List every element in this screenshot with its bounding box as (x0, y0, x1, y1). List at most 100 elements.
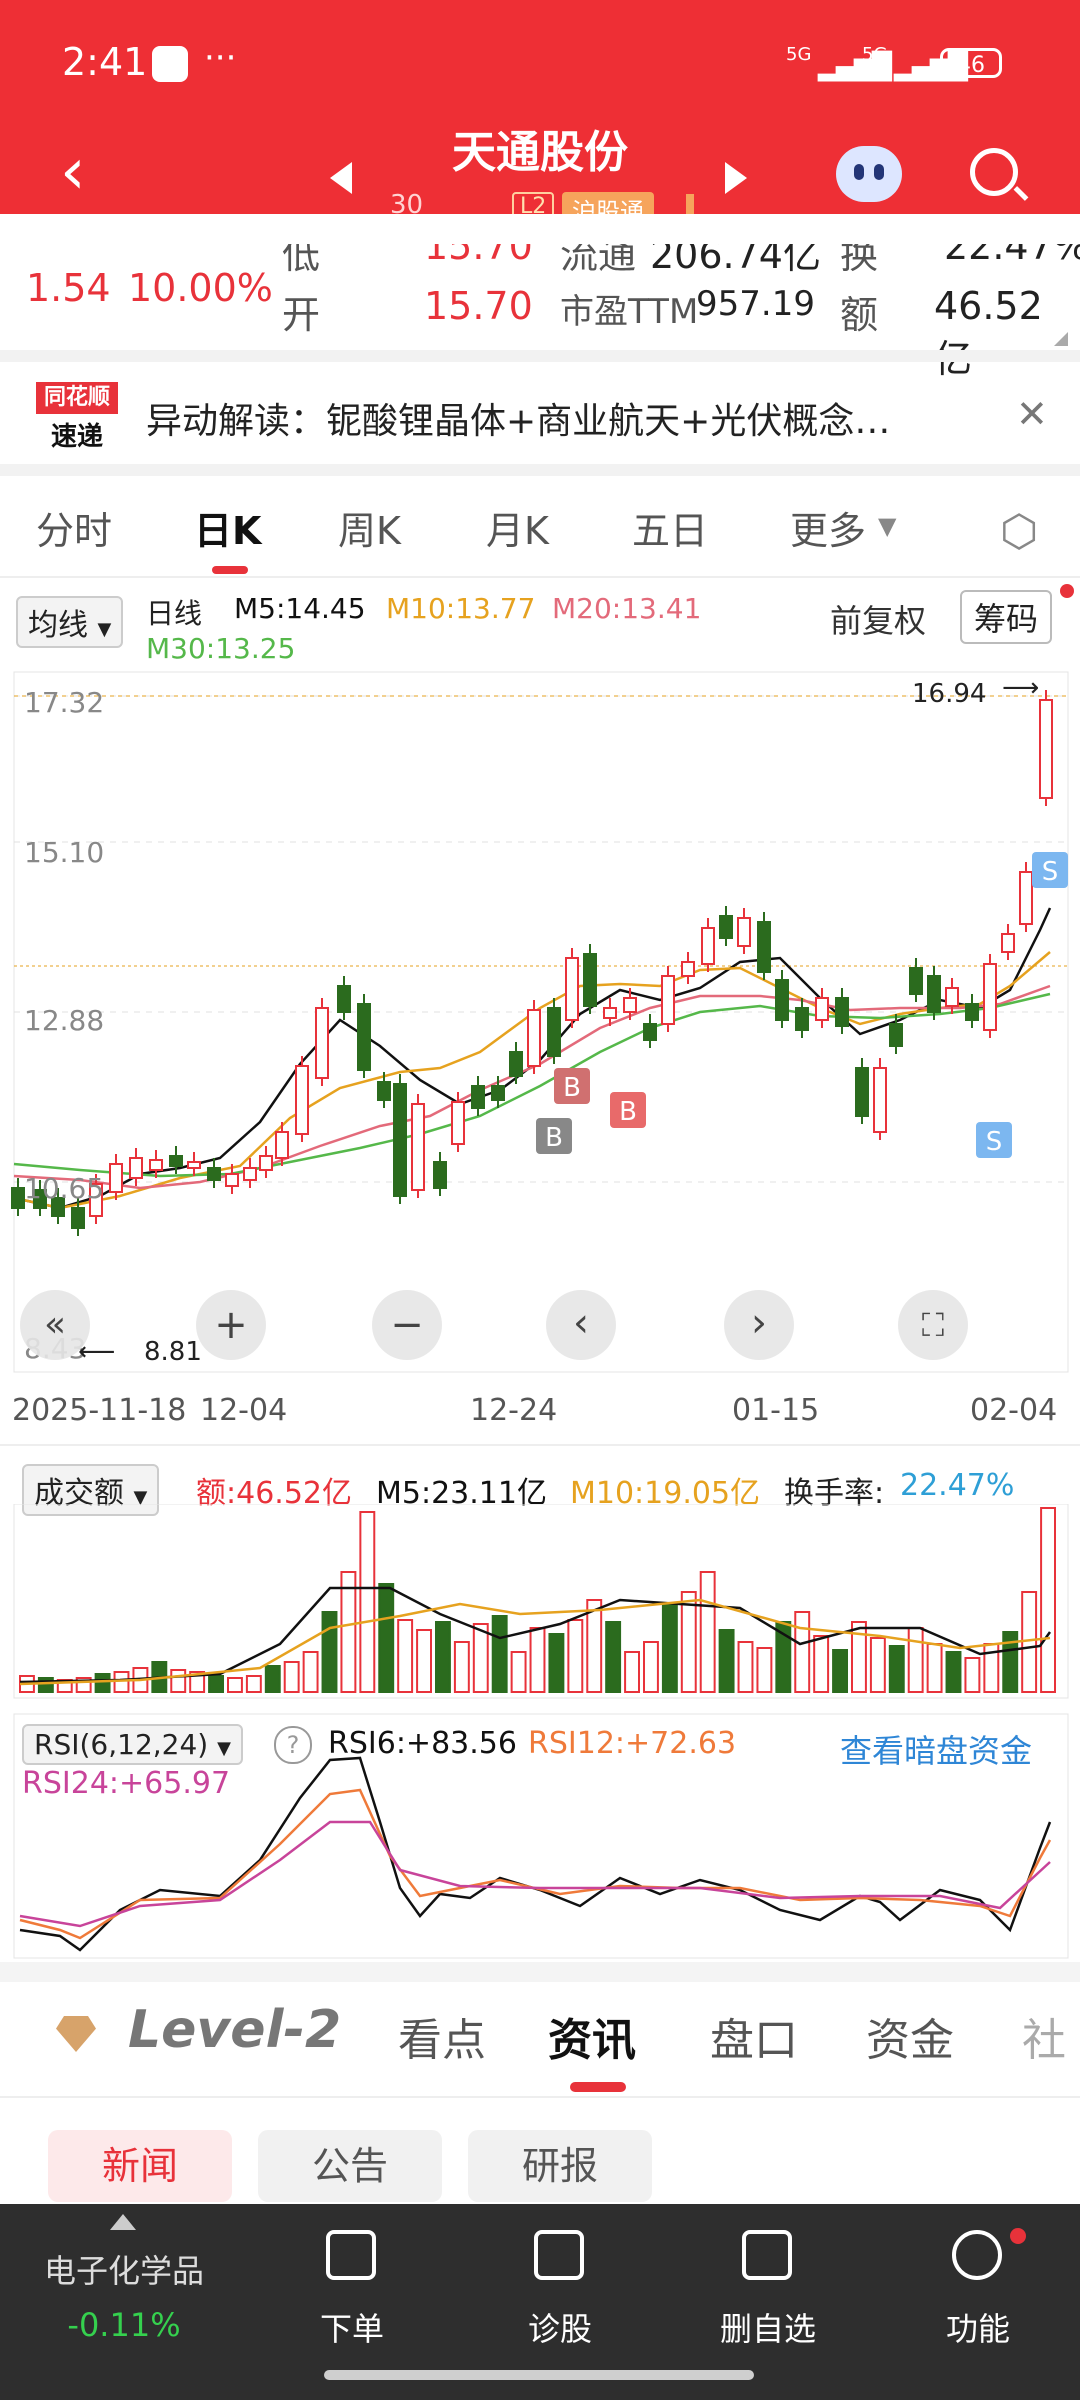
tab-funds[interactable]: 资金 (866, 2004, 954, 2068)
volume-bar (661, 1603, 678, 1693)
adjust-selector[interactable]: 前复权 (830, 596, 926, 642)
dock-remove-watchlist[interactable]: 删自选 (688, 2304, 848, 2350)
subtab-news[interactable]: 新闻 (48, 2130, 232, 2202)
dock-order[interactable]: 下单 (272, 2304, 432, 2350)
candle-body (983, 963, 997, 1031)
candle-body (909, 967, 923, 995)
candle-body (187, 1161, 201, 1169)
turnover-rate-value: 22.47% (900, 1468, 1015, 1503)
diagnose-icon[interactable] (534, 2230, 584, 2280)
move-right-icon[interactable]: › (724, 1290, 794, 1360)
trade-marker-label: B (619, 1097, 637, 1127)
next-stock-icon[interactable] (725, 162, 747, 194)
pe-label: 市盈TTM (560, 292, 699, 332)
tab-orderbook[interactable]: 盘口 (710, 2004, 798, 2068)
volume-bar (208, 1675, 225, 1693)
candle-body (681, 961, 695, 977)
tab-fenshi[interactable]: 分时 (36, 500, 112, 555)
candle-body (945, 987, 959, 1007)
settings-hex-icon[interactable]: ⬡ (1000, 506, 1038, 557)
candle-body (411, 1103, 425, 1191)
sector-name[interactable]: 电子化学品 (44, 2246, 204, 2292)
sector-change: -0.11% (67, 2306, 181, 2344)
tab-five-day[interactable]: 五日 (632, 500, 708, 555)
scroll-left-fast-icon[interactable]: « (20, 1290, 90, 1360)
ths-logo: 同花顺 速递 (36, 382, 118, 452)
prev-stock-icon[interactable] (330, 162, 352, 194)
volume-bar (170, 1669, 187, 1693)
notification-dot (1010, 2228, 1026, 2244)
tab-level2[interactable]: Level-2 (128, 2000, 341, 2060)
price-change-pct: 10.00% (128, 266, 273, 310)
volume-bar (245, 1675, 262, 1693)
tab-more[interactable]: 更多 (790, 500, 866, 555)
candle-body (259, 1155, 273, 1171)
back-icon[interactable]: ‹ (60, 140, 86, 204)
remove-watchlist-icon[interactable] (742, 2230, 792, 2280)
candle-body (737, 917, 751, 947)
candle-body (583, 953, 597, 1007)
volume-bar (548, 1633, 565, 1693)
dock-functions[interactable]: 功能 (898, 2304, 1058, 2350)
volume-bar (397, 1619, 414, 1693)
dock-diagnose[interactable]: 诊股 (480, 2304, 640, 2350)
candle-body (855, 1067, 869, 1117)
volume-bar (643, 1641, 659, 1693)
candle-body (491, 1085, 505, 1101)
candle-body (225, 1173, 239, 1187)
volume-bar (869, 1637, 886, 1693)
tab-community[interactable]: 社 (1022, 2004, 1066, 2068)
high-price-label: 16.94 (912, 679, 986, 709)
battery-icon: 46 (940, 48, 1002, 78)
candle-body (433, 1161, 447, 1189)
chevron-down-icon: ▼ (878, 512, 897, 540)
robot-assistant-icon[interactable] (836, 146, 902, 202)
tab-news-info[interactable]: 资讯 (548, 2004, 636, 2068)
ma-selector[interactable]: 均线 ▼ (16, 596, 124, 648)
move-left-icon[interactable]: ‹ (546, 1290, 616, 1360)
candle-body (795, 1007, 809, 1031)
tab-monthly-k[interactable]: 月K (486, 500, 549, 555)
candle-body (357, 1003, 371, 1071)
candle-body (873, 1067, 887, 1133)
stock-title[interactable]: 天通股份 (380, 116, 700, 180)
volume-bar (699, 1571, 716, 1693)
candle-body (109, 1163, 123, 1193)
corner-expand-icon[interactable] (1054, 332, 1068, 346)
candle-body (71, 1207, 85, 1229)
volume-bar (359, 1511, 376, 1693)
close-icon[interactable]: ✕ (1016, 392, 1048, 436)
x-tick: 12-24 (470, 1393, 557, 1428)
volume-bar (756, 1647, 773, 1693)
fullscreen-icon[interactable]: ⛶ (898, 1290, 968, 1360)
arrow-right-icon: ⟶ (1002, 673, 1039, 703)
app-header: 2:41 ··· 5G 5G ▂▄▆█ ▂▄▆█ 46 ‹ 天通股份 30 L2… (0, 0, 1080, 244)
y-tick: 12.88 (24, 1004, 104, 1037)
candle-body (775, 979, 789, 1021)
zoom-in-icon[interactable]: + (196, 1290, 266, 1360)
tab-daily-k[interactable]: 日K (194, 500, 261, 555)
order-icon[interactable] (326, 2230, 376, 2280)
search-icon[interactable] (970, 148, 1018, 196)
status-time: 2:41 (62, 40, 148, 84)
tab-weekly-k[interactable]: 周K (338, 500, 401, 555)
subtab-announcements[interactable]: 公告 (258, 2130, 442, 2202)
volume-bar (227, 1677, 243, 1693)
news-headline[interactable]: 异动解读：铌酸锂晶体+商业航天+光伏概念… (146, 392, 890, 444)
menu-icon[interactable] (952, 2230, 1002, 2280)
low-price-label: 8.81 (144, 1337, 202, 1367)
rsi6-line (19, 1756, 1052, 1952)
zoom-out-icon[interactable]: − (372, 1290, 442, 1360)
tab-highlights[interactable]: 看点 (398, 2004, 486, 2068)
volume-bar (340, 1571, 357, 1693)
volume-bar (567, 1619, 584, 1693)
candle-body (547, 1007, 561, 1057)
open-label: 开 (282, 293, 321, 337)
candle-body (1001, 933, 1015, 953)
candle-body (927, 975, 941, 1013)
chips-button[interactable]: 筹码 (960, 590, 1053, 644)
y-tick: 10.65 (24, 1172, 104, 1205)
expand-up-icon[interactable] (110, 2214, 136, 2230)
subtab-research[interactable]: 研报 (468, 2130, 652, 2202)
candle-body (965, 1003, 979, 1021)
